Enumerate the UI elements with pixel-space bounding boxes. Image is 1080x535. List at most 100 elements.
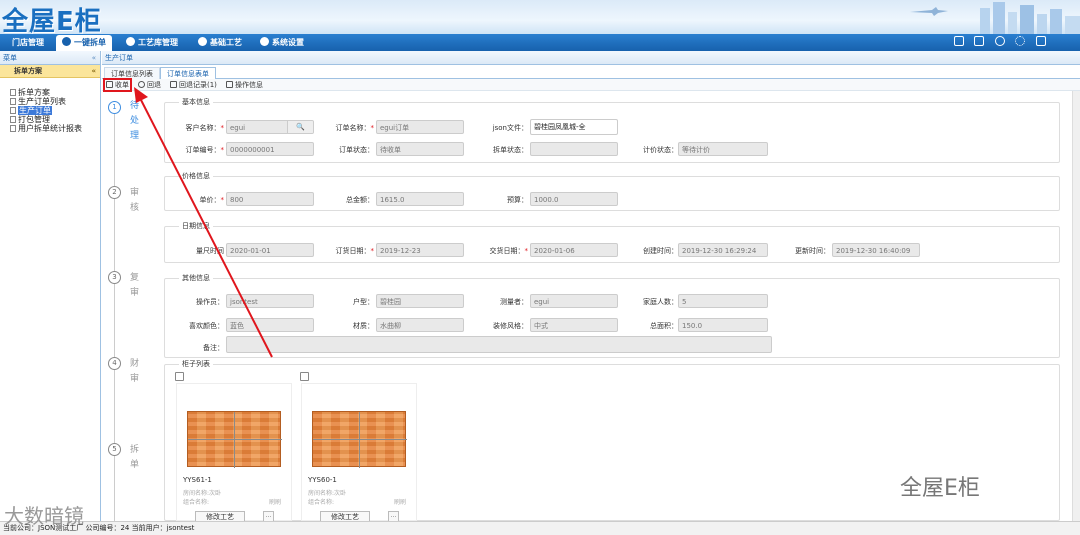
document-icon [10,125,16,132]
budget-label: 预算： [507,196,528,204]
favorite-color-label: 喜欢颜色： [189,322,224,330]
receive-icon [106,81,113,88]
surveyor-field[interactable]: egui [530,294,618,308]
operator-field[interactable]: jsontest [226,294,314,308]
user-icon[interactable] [994,36,1005,46]
operation-info-button[interactable]: 操作信息 [226,79,263,91]
remark-label: 备注： [203,344,224,352]
nav-tab-process-library[interactable]: 工艺库管理 [120,35,184,51]
nav-tab-basic-process[interactable]: 基础工艺 [192,35,248,51]
sidebar-item-split-plan[interactable]: 拆单方案 [0,88,100,97]
document-icon [10,107,16,114]
skyline-decoration [910,2,1080,34]
family-size-field[interactable]: 5 [678,294,768,308]
nav-tab-system-settings[interactable]: 系统设置 [254,35,310,51]
order-name-label: 订单名称：* [335,124,375,132]
logout-icon[interactable] [1036,36,1046,46]
split-status-label: 拆单状态： [493,146,528,154]
remark-textarea[interactable] [226,336,772,353]
circle-icon [198,37,207,46]
split-status-field[interactable] [530,142,618,156]
material-field[interactable]: 水曲柳 [376,318,464,332]
total-area-label: 总面积： [650,322,678,330]
calendar-icon[interactable] [974,36,985,46]
record-icon [170,81,177,88]
gear-icon[interactable] [1015,36,1026,46]
measure-time-label: 量尺时间 [196,247,224,255]
cabinet-checkbox[interactable] [175,372,184,381]
document-icon [10,98,16,105]
sidebar-item-production-order[interactable]: 生产订单 [0,106,100,115]
total-amount-label: 总金额： [346,196,374,204]
tab-order-info-list[interactable]: 订单信息列表 [104,67,160,79]
check-circle-icon [62,37,71,46]
nav-tab-store-management[interactable]: 门店管理 [6,35,50,51]
order-date-label: 订货日期：* [335,247,375,255]
sidebar-item-packing-management[interactable]: 打包管理 [0,115,100,124]
nav-tab-one-click-split[interactable]: 一键拆单 [56,35,112,51]
created-time-field[interactable]: 2019-12-30 16:29:24 [678,243,768,257]
cabinet-checkbox[interactable] [300,372,309,381]
sidebar-section-split-plan[interactable]: 拆单方案 « [0,65,100,78]
top-nav: 门店管理 一键拆单 工艺库管理 基础工艺 系统设置 [0,34,1080,51]
vertical-scrollbar[interactable] [1072,91,1080,521]
order-name-field[interactable]: egui订单 [376,120,464,134]
sidebar-menu: 拆单方案 生产订单列表 生产订单 打包管理 用户拆单统计报表 [0,78,100,133]
order-date-field[interactable]: 2019-12-23 [376,243,464,257]
cabinet-thumbnail [187,411,282,468]
price-status-field[interactable]: 等待计价 [678,142,768,156]
sidebar-header: 菜单 « [0,51,100,65]
lock-icon [226,81,233,88]
json-file-label: json文件： [492,124,528,132]
check-circle-icon [126,37,135,46]
collapse-section-icon[interactable]: « [91,65,96,78]
updated-time-field[interactable]: 2019-12-30 16:40:09 [832,243,920,257]
cabinet-thumbnail [312,411,407,468]
undo-icon [138,81,145,88]
family-size-label: 家庭人数： [643,298,678,306]
rollback-record-button[interactable]: 回退记录(1) [170,79,217,91]
document-icon [10,89,16,96]
customer-field[interactable]: egui 🔍 [226,120,314,134]
app-header: 全屋E柜 [0,0,1080,34]
order-status-field[interactable]: 待收单 [376,142,464,156]
main-panel: 生产订单 订单信息列表 订单信息表单 收单 回退 回退记录(1) 操作信息 1 … [102,51,1080,522]
breadcrumb: 生产订单 [102,51,1080,65]
house-type-field[interactable]: 碧桂园 [376,294,464,308]
created-time-label: 创建时间： [643,247,678,255]
surveyor-label: 测量者： [500,298,528,306]
collapse-sidebar-button[interactable]: « [92,51,96,65]
cabinet-card[interactable]: YYS60-1 房间名称:次卧 组合名称: 刷刷 修改工艺 ... [300,372,417,522]
budget-field[interactable]: 1000.0 [530,192,618,206]
watermark-channel: 大数暗镜 [4,504,84,528]
operator-label: 操作员： [196,298,224,306]
nav-tools [946,36,1046,49]
sidebar-item-split-statistics[interactable]: 用户拆单统计报表 [0,124,100,133]
receive-order-button[interactable]: 收单 [103,78,132,92]
unit-price-label: 单价：* [199,196,225,204]
workflow-steps: 1 待处理 2 审核 3 复审 4 财审 5 拆单 [102,91,162,521]
sidebar-item-production-order-list[interactable]: 生产订单列表 [0,97,100,106]
sidebar: 菜单 « 拆单方案 « 拆单方案 生产订单列表 生产订单 打包管理 用户拆单统计… [0,51,101,521]
delivery-date-field[interactable]: 2020-01-06 [530,243,618,257]
total-amount-field[interactable]: 1615.0 [376,192,464,206]
app-logo: 全屋E柜 [2,7,102,34]
decor-style-label: 装修风格： [493,322,528,330]
unit-price-field[interactable]: 800 [226,192,314,206]
customer-label: 客户名称：* [185,124,225,132]
material-label: 材质： [353,322,374,330]
json-file-field[interactable]: 碧桂园凤凰城-全 [530,119,618,135]
order-form: 基本信息 客户名称：* egui 🔍 订单名称：* egui订单 json文件： … [164,91,1066,522]
cabinet-card[interactable]: YYS61-1 房间名称:次卧 组合名称: 刷刷 修改工艺 ... [175,372,292,522]
delivery-date-label: 交货日期：* [489,247,529,255]
total-area-field[interactable]: 150.0 [678,318,768,332]
measure-time-field[interactable]: 2020-01-01 [226,243,314,257]
monitor-icon[interactable] [953,36,964,46]
favorite-color-field[interactable]: 蓝色 [226,318,314,332]
rollback-button[interactable]: 回退 [138,79,161,91]
house-type-label: 户型： [353,298,374,306]
settings-circle-icon [260,37,269,46]
decor-style-field[interactable]: 中式 [530,318,618,332]
search-icon[interactable]: 🔍 [287,121,313,133]
order-no-field[interactable]: 0000000001 [226,142,314,156]
